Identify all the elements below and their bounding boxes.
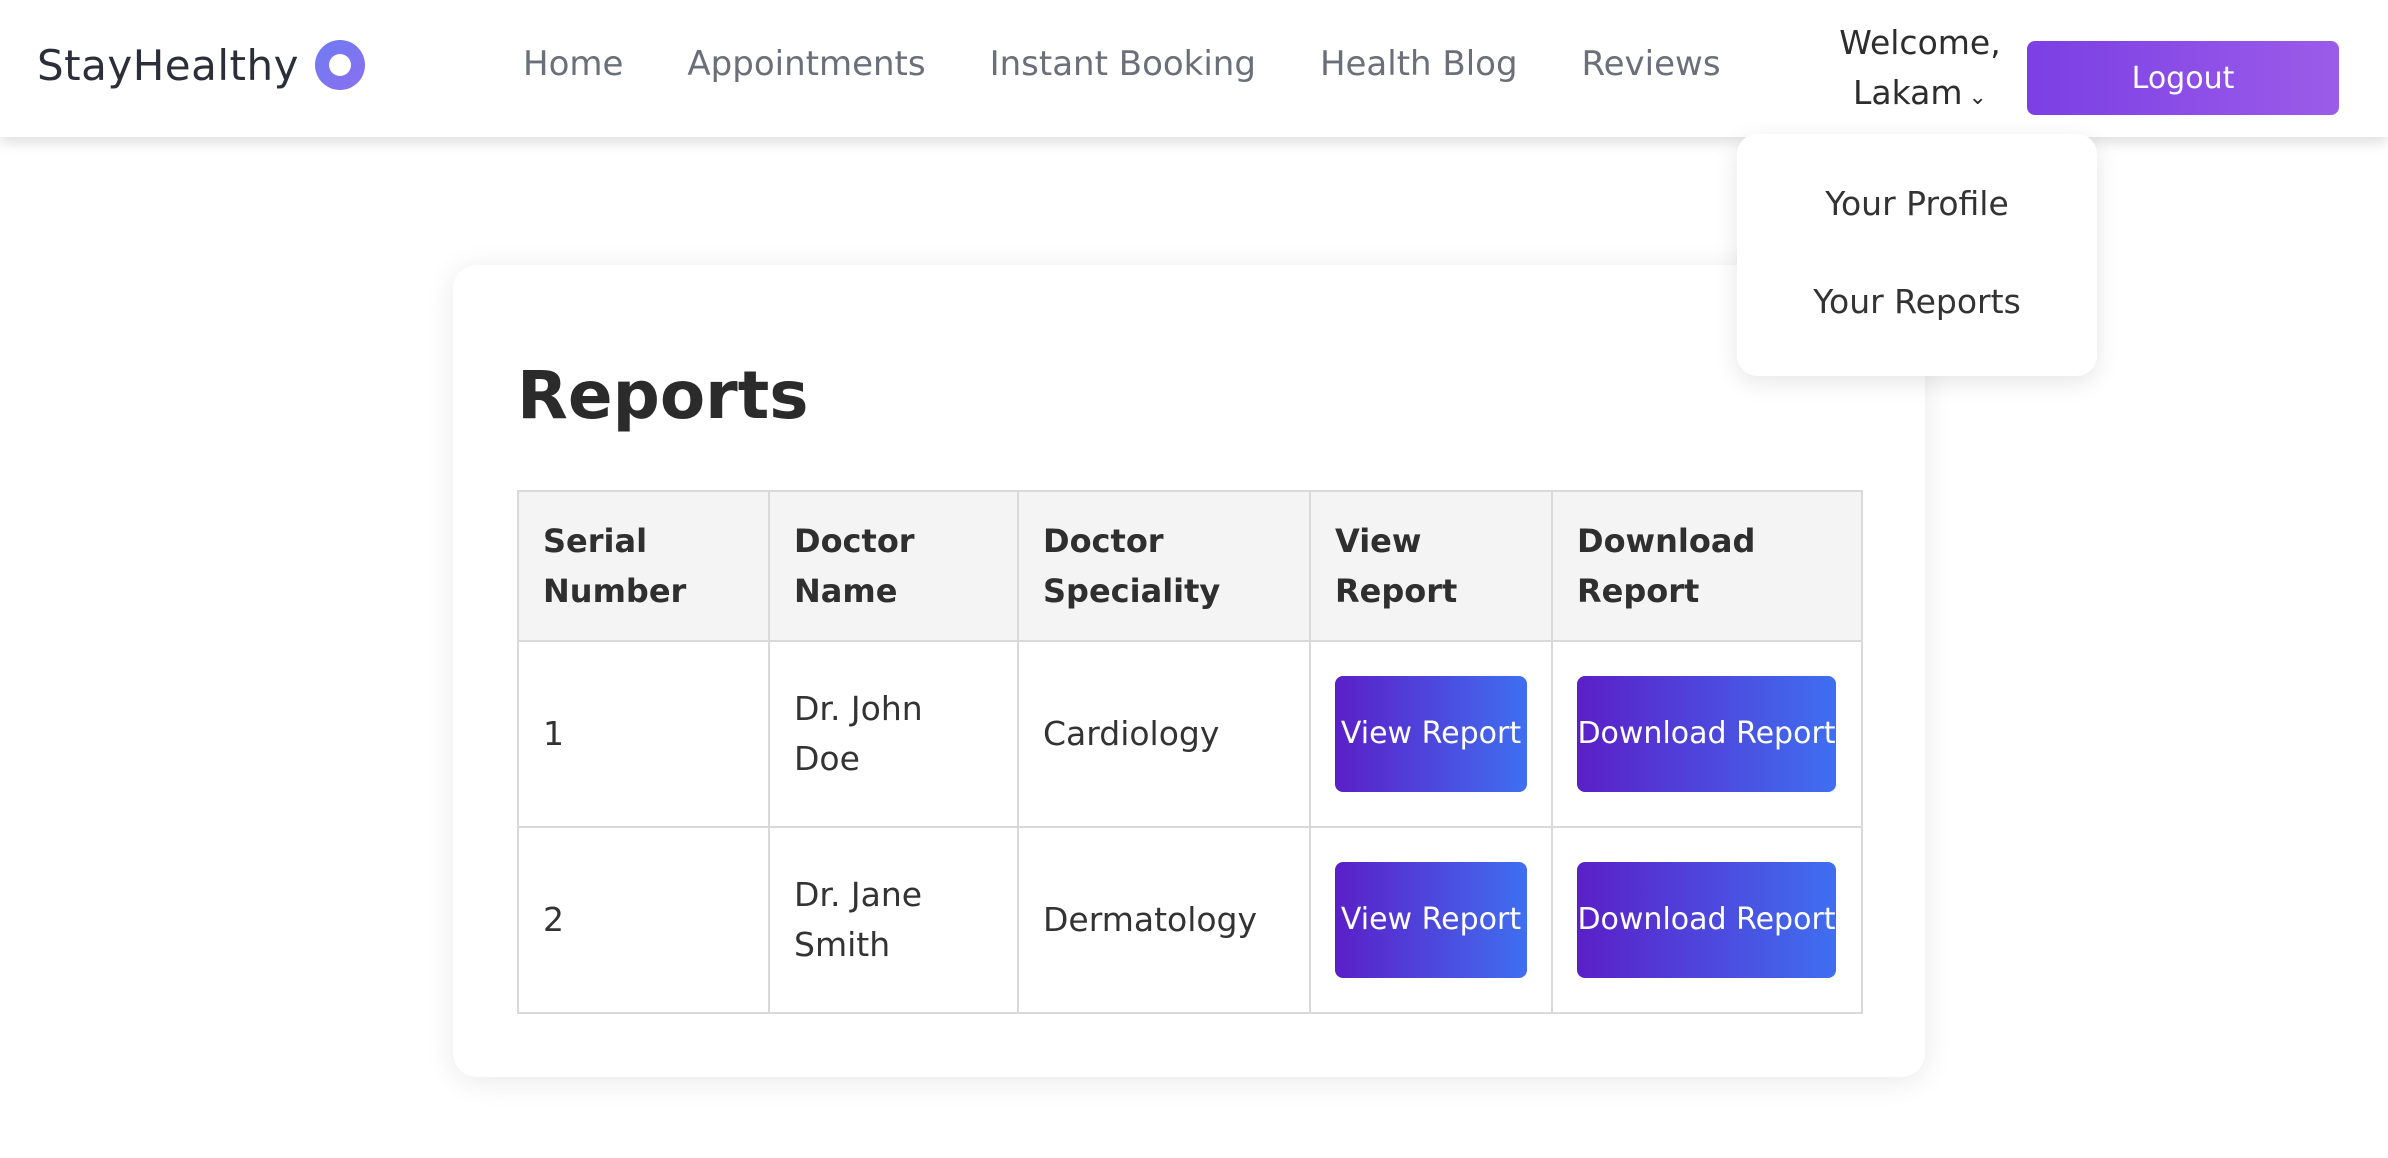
- cell-speciality: Dermatology: [1017, 826, 1311, 1014]
- table-row: 2 Dr. Jane Smith Dermatology View Report…: [517, 826, 1863, 1014]
- brand[interactable]: StayHealthy: [37, 40, 365, 90]
- cell-serial: 2: [517, 826, 770, 1014]
- reports-table: Serial Number Doctor Name Doctor Special…: [517, 490, 1863, 1014]
- cell-view-action: View Report: [1309, 640, 1553, 828]
- nav-reviews[interactable]: Reviews: [1582, 44, 1721, 84]
- cell-serial: 1: [517, 640, 770, 828]
- user-menu-toggle[interactable]: Welcome, Lakam ⌄: [1820, 18, 2020, 123]
- view-report-button[interactable]: View Report: [1335, 676, 1527, 792]
- column-header-doctor-name: Doctor Name: [768, 490, 1019, 642]
- reports-card: Reports Serial Number Doctor Name Doctor…: [453, 265, 1925, 1077]
- cell-download-action: Download Report: [1551, 640, 1863, 828]
- download-report-button[interactable]: Download Report: [1577, 862, 1836, 978]
- cell-doctor-name: Dr. Jane Smith: [768, 826, 1019, 1014]
- main-nav: Home Appointments Instant Booking Health…: [523, 44, 1721, 84]
- welcome-username-row: Lakam ⌄: [1820, 68, 2020, 123]
- logout-button[interactable]: Logout: [2027, 41, 2339, 115]
- table-row: 1 Dr. John Doe Cardiology View Report Do…: [517, 640, 1863, 828]
- user-dropdown-menu: Your Profile Your Reports: [1737, 134, 2097, 376]
- dropdown-item-your-profile[interactable]: Your Profile: [1737, 184, 2097, 223]
- cell-download-action: Download Report: [1551, 826, 1863, 1014]
- cell-speciality: Cardiology: [1017, 640, 1311, 828]
- dropdown-item-your-reports[interactable]: Your Reports: [1737, 282, 2097, 321]
- nav-home[interactable]: Home: [523, 44, 623, 84]
- cell-view-action: View Report: [1309, 826, 1553, 1014]
- brand-name[interactable]: StayHealthy: [37, 41, 299, 90]
- column-header-download-report: Download Report: [1551, 490, 1863, 642]
- cell-doctor-name: Dr. John Doe: [768, 640, 1019, 828]
- table-header-row: Serial Number Doctor Name Doctor Special…: [517, 490, 1863, 642]
- brand-logo-icon[interactable]: [315, 40, 365, 90]
- welcome-greeting: Welcome,: [1839, 23, 2001, 62]
- column-header-view-report: View Report: [1309, 490, 1553, 642]
- view-report-button[interactable]: View Report: [1335, 862, 1527, 978]
- download-report-button[interactable]: Download Report: [1577, 676, 1836, 792]
- chevron-down-icon[interactable]: ⌄: [1969, 85, 1987, 110]
- column-header-doctor-speciality: Doctor Speciality: [1017, 490, 1311, 642]
- nav-appointments[interactable]: Appointments: [687, 44, 925, 84]
- nav-health-blog[interactable]: Health Blog: [1320, 44, 1518, 84]
- nav-instant-booking[interactable]: Instant Booking: [990, 44, 1256, 84]
- top-navbar: StayHealthy Home Appointments Instant Bo…: [0, 0, 2388, 137]
- column-header-serial-number: Serial Number: [517, 490, 770, 642]
- welcome-username: Lakam: [1853, 73, 1963, 112]
- page-title: Reports: [517, 357, 809, 434]
